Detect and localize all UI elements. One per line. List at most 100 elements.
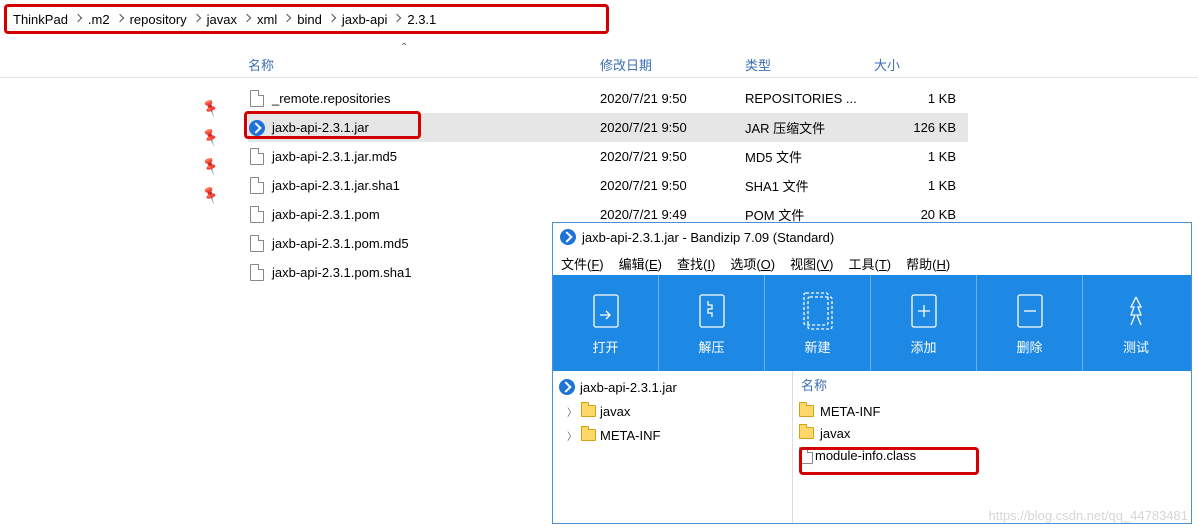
file-name: jaxb-api-2.3.1.pom — [272, 207, 602, 222]
chevron-right-icon — [328, 14, 336, 22]
list-item[interactable]: META-INF — [799, 400, 1185, 422]
file-size: 1 KB — [888, 91, 956, 106]
list-header-name[interactable]: 名称 — [801, 375, 1185, 394]
table-row[interactable]: jaxb-api-2.3.1.jar.sha12020/7/21 9:50 SHA… — [248, 171, 968, 200]
folder-icon — [581, 405, 596, 417]
chevron-right-icon — [283, 14, 291, 22]
expand-icon[interactable]: 〉 — [567, 404, 577, 419]
breadcrumb[interactable]: ThinkPad .m2 repository javax xml bind jaxb-ap… — [4, 4, 609, 34]
tree-label: jaxb-api-2.3.1.jar — [580, 380, 677, 395]
table-row[interactable]: jaxb-api-2.3.1.jar.md52020/7/21 9:50 MD5 … — [248, 142, 968, 171]
toolbar-label: 删除 — [1016, 337, 1042, 356]
tree-root[interactable]: jaxb-api-2.3.1.jar — [553, 375, 792, 399]
file-type: JAR 压缩文件 — [745, 118, 825, 137]
column-header-size[interactable]: 大小 — [874, 55, 900, 74]
file-size: 1 KB — [888, 178, 956, 193]
breadcrumb-item[interactable]: ThinkPad — [13, 12, 68, 27]
expand-icon[interactable]: 〉 — [567, 428, 577, 443]
file-date: 2020/7/21 9:50 — [600, 120, 687, 135]
column-header-date[interactable]: 修改日期 — [600, 55, 652, 74]
pin-icon: 📌 — [200, 155, 221, 176]
bandizip-toolbar: 打开 解压 新建 添加 删除 测试 — [553, 275, 1191, 371]
bandizip-tree: jaxb-api-2.3.1.jar〉javax〉META-INF — [553, 371, 793, 523]
file-size: 126 KB — [888, 120, 956, 135]
pin-icon: 📌 — [200, 184, 221, 205]
file-icon — [248, 148, 266, 166]
file-date: 2020/7/21 9:50 — [600, 178, 687, 193]
file-name: jaxb-api-2.3.1.jar.md5 — [272, 149, 602, 164]
jar-icon — [559, 379, 575, 395]
breadcrumb-item[interactable]: repository — [130, 12, 187, 27]
file-name: jaxb-api-2.3.1.jar.sha1 — [272, 178, 602, 193]
file-size: 1 KB — [888, 149, 956, 164]
toolbar-button[interactable]: 删除 — [977, 275, 1083, 371]
watermark-text: https://blog.csdn.net/qq_44783481 — [989, 508, 1189, 523]
folder-icon — [799, 405, 814, 417]
chevron-right-icon — [74, 14, 82, 22]
table-row[interactable]: jaxb-api-2.3.1.jar2020/7/21 9:50 JAR 压缩文件… — [248, 113, 968, 142]
menu-item[interactable]: 文件(F) — [561, 254, 604, 273]
file-type: REPOSITORIES ... — [745, 91, 857, 106]
file-name: _remote.repositories — [272, 91, 602, 106]
toolbar-label: 解压 — [698, 337, 724, 356]
toolbar-button[interactable]: 打开 — [553, 275, 659, 371]
window-title: jaxb-api-2.3.1.jar - Bandizip 7.09 (Stan… — [582, 230, 834, 245]
menu-item[interactable]: 编辑(E) — [619, 254, 662, 273]
folder-icon — [581, 429, 596, 441]
tree-item[interactable]: 〉 javax — [553, 399, 792, 423]
file-date: 2020/7/21 9:50 — [600, 91, 687, 106]
file-size: 20 KB — [888, 207, 956, 222]
breadcrumb-item[interactable]: 2.3.1 — [407, 12, 436, 27]
file-type: SHA1 文件 — [745, 176, 809, 195]
file-icon — [248, 177, 266, 195]
file-type: MD5 文件 — [745, 147, 802, 166]
breadcrumb-item[interactable]: jaxb-api — [342, 12, 388, 27]
menu-item[interactable]: 查找(I) — [677, 254, 715, 273]
toolbar-button[interactable]: 添加 — [871, 275, 977, 371]
item-name: META-INF — [820, 404, 880, 419]
menu-item[interactable]: 工具(T) — [848, 254, 891, 273]
toolbar-button[interactable]: 新建 — [765, 275, 871, 371]
chevron-right-icon — [115, 14, 123, 22]
jar-icon — [248, 119, 266, 137]
breadcrumb-item[interactable]: bind — [297, 12, 322, 27]
folder-icon — [799, 427, 814, 439]
column-header-type[interactable]: 类型 — [745, 55, 771, 74]
pin-icon: 📌 — [200, 126, 221, 147]
file-icon — [248, 264, 266, 282]
toolbar-label: 添加 — [910, 337, 936, 356]
bandizip-titlebar[interactable]: jaxb-api-2.3.1.jar - Bandizip 7.09 (Stan… — [553, 223, 1191, 251]
chevron-right-icon — [243, 14, 251, 22]
file-date: 2020/7/21 9:49 — [600, 207, 687, 222]
sort-indicator: ⌃ — [400, 42, 408, 53]
toolbar-button[interactable]: 解压 — [659, 275, 765, 371]
tree-label: javax — [600, 404, 630, 419]
file-icon — [248, 235, 266, 253]
app-icon — [560, 229, 576, 245]
toolbar-label: 测试 — [1123, 337, 1149, 356]
bandizip-window: jaxb-api-2.3.1.jar - Bandizip 7.09 (Stan… — [552, 222, 1192, 524]
toolbar-button[interactable]: 测试 — [1083, 275, 1189, 371]
tree-item[interactable]: 〉META-INF — [553, 423, 792, 447]
toolbar-label: 打开 — [592, 337, 618, 356]
breadcrumb-item[interactable]: xml — [257, 12, 277, 27]
file-name: jaxb-api-2.3.1.jar — [272, 120, 602, 135]
list-item[interactable]: javax — [799, 422, 1185, 444]
bandizip-menubar: 文件(F) 编辑(E) 查找(I) 选项(O) 视图(V) 工具(T) 帮助(H) — [553, 251, 1191, 275]
breadcrumb-item[interactable]: .m2 — [88, 12, 110, 27]
table-row[interactable]: _remote.repositories2020/7/21 9:50 REPOSI… — [248, 84, 968, 113]
column-header-name[interactable]: 名称 — [248, 55, 274, 74]
highlight-box-module-info — [799, 447, 979, 475]
chevron-right-icon — [192, 14, 200, 22]
breadcrumb-item[interactable]: javax — [207, 12, 237, 27]
file-icon — [248, 90, 266, 108]
pin-icon: 📌 — [200, 97, 221, 118]
menu-item[interactable]: 帮助(H) — [906, 254, 950, 273]
menu-item[interactable]: 选项(O) — [730, 254, 775, 273]
toolbar-label: 新建 — [804, 337, 830, 356]
item-name: javax — [820, 426, 850, 441]
file-icon — [248, 206, 266, 224]
file-date: 2020/7/21 9:50 — [600, 149, 687, 164]
chevron-right-icon — [393, 14, 401, 22]
menu-item[interactable]: 视图(V) — [790, 254, 833, 273]
